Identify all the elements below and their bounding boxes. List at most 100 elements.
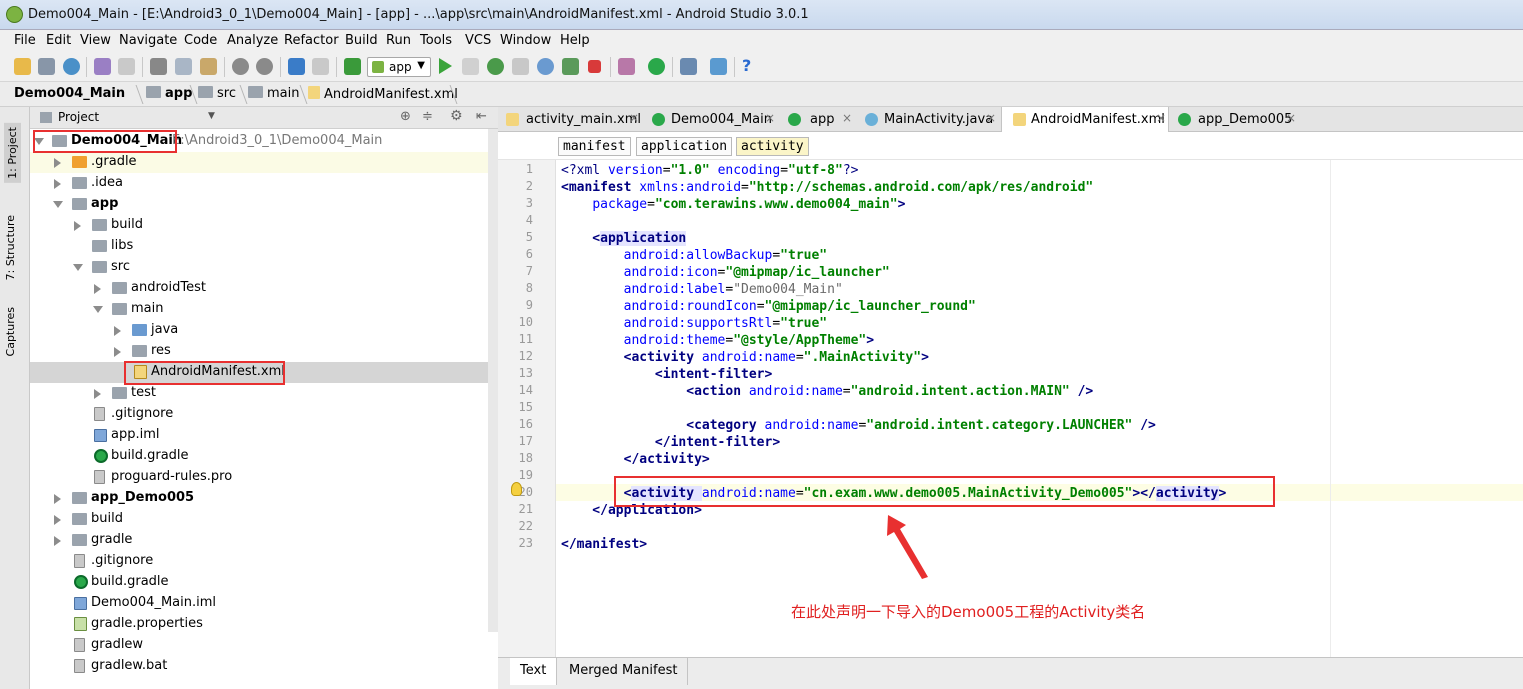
menu-help[interactable]: Help [560, 33, 590, 48]
menu-build[interactable]: Build [345, 33, 378, 48]
tree-item-gitignore-root[interactable]: .gitignore [30, 551, 498, 572]
close-icon[interactable]: × [765, 111, 775, 125]
debug-bug-icon[interactable] [487, 58, 504, 75]
help-question-icon[interactable]: ? [742, 56, 759, 75]
tab-androidmanifest-xml[interactable]: AndroidManifest.xml × [1001, 107, 1169, 132]
sync-icon[interactable] [63, 58, 80, 75]
menu-window[interactable]: Window [500, 33, 551, 48]
menu-vcs[interactable]: VCS [465, 33, 491, 48]
tab-text[interactable]: Text [510, 658, 558, 685]
structure-tool-tab[interactable]: 7: Structure [4, 215, 17, 280]
project-panel-title[interactable]: Project [58, 110, 99, 124]
apply-changes-icon[interactable] [462, 58, 479, 75]
tree-item-main[interactable]: main [30, 299, 498, 320]
line-number: 8 [525, 281, 533, 295]
tree-item-proguard[interactable]: proguard-rules.pro [30, 467, 498, 488]
breadcrumb-item-src[interactable]: src [198, 86, 236, 101]
menu-refactor[interactable]: Refactor [284, 33, 339, 48]
tree-item-build-root[interactable]: build [30, 509, 498, 530]
close-icon[interactable]: × [1286, 111, 1296, 125]
collapse-all-icon[interactable]: ≑ [422, 109, 433, 124]
run-coverage-icon[interactable] [512, 58, 529, 75]
replace-icon[interactable] [256, 58, 273, 75]
attach-debugger-icon[interactable] [562, 58, 579, 75]
tree-item-demo004-iml[interactable]: Demo004_Main.iml [30, 593, 498, 614]
tab-merged-manifest[interactable]: Merged Manifest [559, 658, 689, 685]
redo-icon[interactable] [118, 58, 135, 75]
sync-gradle-icon[interactable] [648, 58, 665, 75]
forward-arrow-icon[interactable] [312, 58, 329, 75]
tree-item-build-gradle-app[interactable]: build.gradle [30, 446, 498, 467]
open-folder-icon[interactable] [14, 58, 31, 75]
avd-manager-icon[interactable] [618, 58, 635, 75]
stop-icon[interactable] [588, 60, 601, 73]
tree-item-androidtest[interactable]: androidTest [30, 278, 498, 299]
folder-icon [92, 261, 107, 273]
menu-run[interactable]: Run [386, 33, 411, 48]
cut-icon[interactable] [150, 58, 167, 75]
project-structure-icon[interactable] [680, 58, 697, 75]
scroll-from-source-icon[interactable]: ⊕ [400, 109, 411, 124]
profile-icon[interactable] [537, 58, 554, 75]
tree-item-gradle-properties[interactable]: gradle.properties [30, 614, 498, 635]
tree-scrollbar[interactable] [488, 129, 498, 632]
project-tool-tab[interactable]: 1: Project [4, 123, 21, 183]
tree-item-app[interactable]: app [30, 194, 498, 215]
breadcrumb-item-main[interactable]: main [248, 86, 299, 101]
module-folder-icon [72, 198, 87, 210]
run-configuration-select[interactable]: app ▼ [367, 57, 431, 77]
breadcrumb-item-manifest[interactable]: AndroidManifest.xml [308, 86, 458, 102]
xml-crumb-application[interactable]: application [636, 137, 733, 156]
close-icon[interactable]: × [842, 111, 852, 125]
paste-icon[interactable] [200, 58, 217, 75]
tree-item-java[interactable]: java [30, 320, 498, 341]
tree-item-gradle-root[interactable]: gradle [30, 530, 498, 551]
tree-item-src[interactable]: src [30, 257, 498, 278]
run-play-icon[interactable] [439, 58, 452, 74]
tab-app-demo005[interactable]: app_Demo005 × [1170, 107, 1300, 132]
gear-icon[interactable]: ⚙ [450, 108, 463, 124]
code-editor[interactable]: <?xml version="1.0" encoding="utf-8"?> <… [556, 160, 1523, 657]
tree-item-app-iml[interactable]: app.iml [30, 425, 498, 446]
tree-item-build-gradle-root[interactable]: build.gradle [30, 572, 498, 593]
chevron-down-icon[interactable]: ▼ [208, 111, 215, 121]
back-arrow-icon[interactable] [288, 58, 305, 75]
tab-activity-main-xml[interactable]: activity_main.xml × [498, 107, 643, 132]
tree-item-build[interactable]: build [30, 215, 498, 236]
tree-item-idea[interactable]: .idea [30, 173, 498, 194]
xml-crumb-manifest[interactable]: manifest [558, 137, 631, 156]
tree-item-test[interactable]: test [30, 383, 498, 404]
tree-item-gitignore-app[interactable]: .gitignore [30, 404, 498, 425]
sdk-manager-icon[interactable] [710, 58, 727, 75]
tab-demo004-main[interactable]: Demo004_Main × [644, 107, 779, 132]
tree-item-gradlew-bat[interactable]: gradlew.bat [30, 656, 498, 677]
close-icon[interactable]: × [1156, 111, 1166, 125]
breadcrumb-item-project[interactable]: Demo004_Main [14, 86, 125, 101]
close-icon[interactable]: × [629, 111, 639, 125]
hide-panel-icon[interactable]: ⇤ [476, 109, 487, 124]
menu-analyze[interactable]: Analyze [227, 33, 278, 48]
menu-navigate[interactable]: Navigate [119, 33, 177, 48]
lightbulb-icon[interactable] [511, 482, 522, 496]
make-project-hammer-icon[interactable] [344, 58, 361, 75]
menu-edit[interactable]: Edit [46, 33, 71, 48]
find-icon[interactable] [232, 58, 249, 75]
tree-item-gradle-dir[interactable]: .gradle [30, 152, 498, 173]
captures-tool-tab[interactable]: Captures [4, 307, 17, 356]
undo-icon[interactable] [94, 58, 111, 75]
close-icon[interactable]: × [986, 111, 996, 125]
menu-code[interactable]: Code [184, 33, 217, 48]
menu-view[interactable]: View [80, 33, 111, 48]
tree-item-app-demo005[interactable]: app_Demo005 [30, 488, 498, 509]
copy-icon[interactable] [175, 58, 192, 75]
menu-tools[interactable]: Tools [420, 33, 452, 48]
tree-item-gradlew[interactable]: gradlew [30, 635, 498, 656]
xml-crumb-activity[interactable]: activity [736, 137, 809, 156]
tree-item-libs[interactable]: libs [30, 236, 498, 257]
save-icon[interactable] [38, 58, 55, 75]
tree-item-res[interactable]: res [30, 341, 498, 362]
menu-file[interactable]: File [14, 33, 36, 48]
tab-app[interactable]: app × [780, 107, 856, 132]
tab-mainactivity-java[interactable]: MainActivity.java × [857, 107, 1000, 132]
tab-label: AndroidManifest.xml [1031, 112, 1165, 127]
